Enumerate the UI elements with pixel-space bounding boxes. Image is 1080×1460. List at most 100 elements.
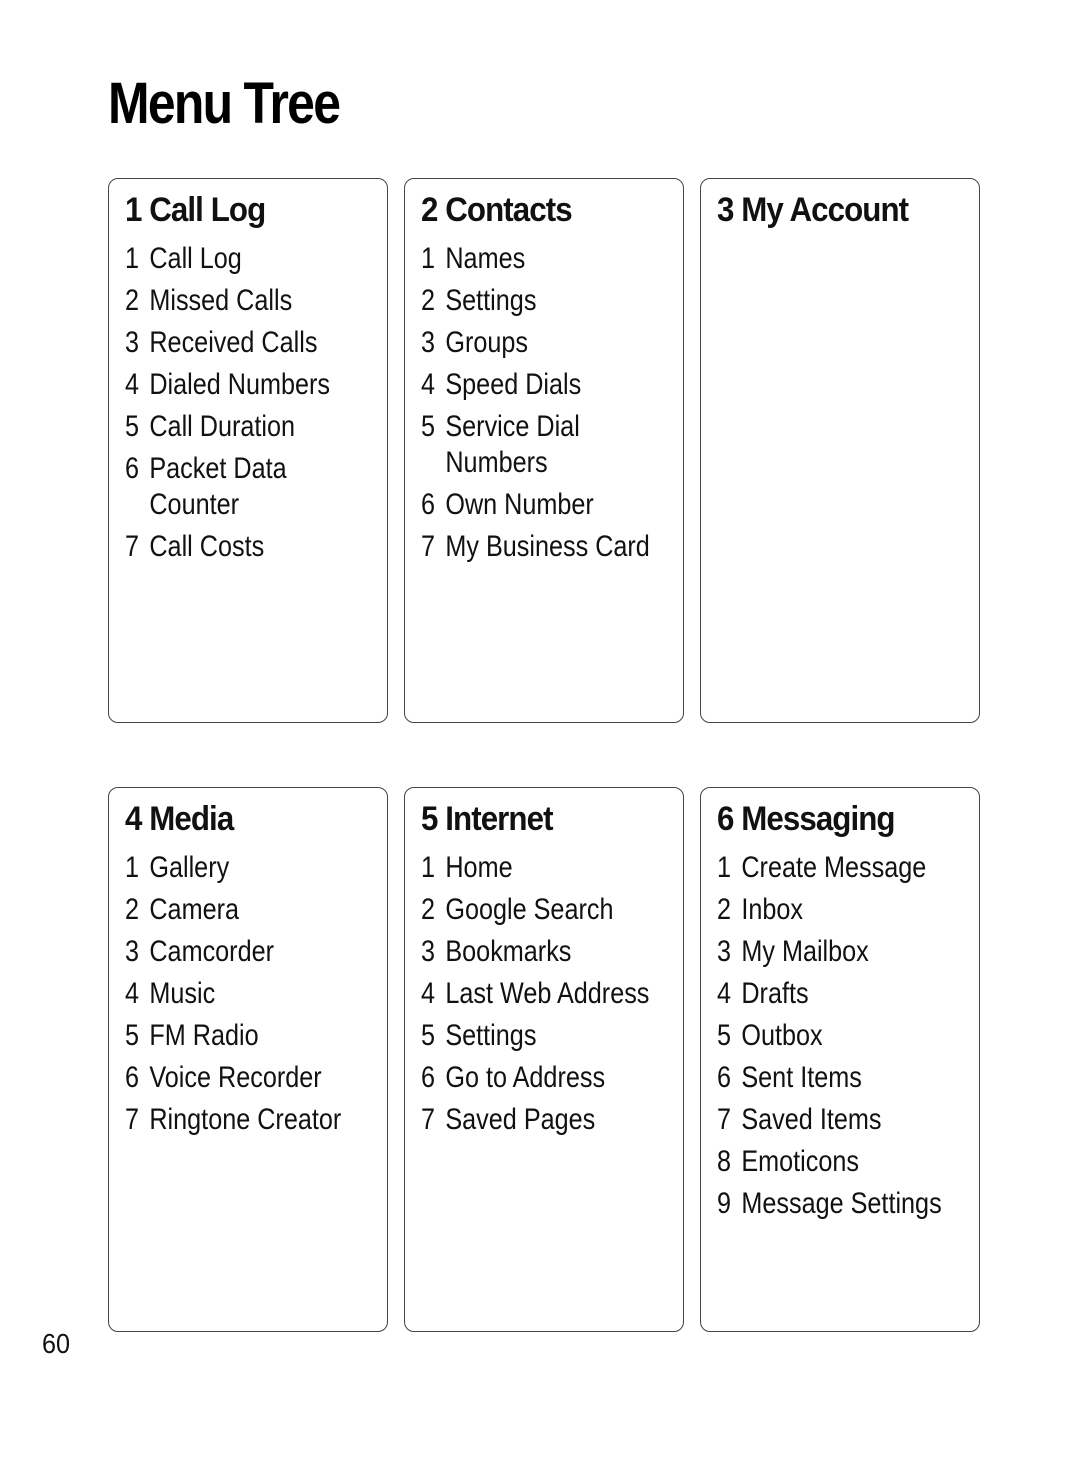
section-item-list: 1 Gallery 2 Camera 3 Camcorder 4 Music 5 FM Radio…: [125, 850, 373, 1138]
menu-item-label: FM Radio: [149, 1019, 259, 1052]
page-number: 60: [42, 1328, 71, 1359]
menu-item-label: Names: [445, 242, 526, 275]
menu-item-number: 3: [125, 935, 140, 968]
menu-item: 7 Ringtone Creator: [125, 1102, 375, 1138]
menu-item-label: Groups: [445, 326, 529, 359]
section-title: 6 Messaging: [717, 800, 896, 838]
menu-item: 6 Sent Items: [717, 1060, 967, 1096]
menu-item-label: Packet Data Counter: [149, 452, 287, 521]
page-title: Menu Tree: [108, 71, 341, 136]
menu-item-number: 1: [421, 851, 436, 884]
menu-item: 1 Call Log: [125, 241, 375, 277]
menu-item-number: 1: [717, 851, 732, 884]
menu-item: 1 Home: [421, 850, 671, 886]
menu-item-number: 6: [421, 488, 436, 521]
menu-section-messaging: 6 Messaging 1 Create Message 2 Inbox 3 My Mai…: [700, 787, 980, 1332]
menu-item-label: Settings: [445, 1019, 537, 1052]
menu-item-label: Drafts: [741, 977, 809, 1010]
menu-item-label: Call Log: [149, 242, 242, 275]
section-item-list: 1 Call Log 2 Missed Calls 3 Received Calls 4 Di…: [125, 241, 373, 565]
menu-item-label: Settings: [445, 284, 537, 317]
menu-section-media: 4 Media 1 Gallery 2 Camera 3 Camcorder 4 Music 5…: [108, 787, 388, 1332]
menu-item: 1 Create Message: [717, 850, 967, 886]
menu-item-label: Last Web Address: [445, 977, 650, 1010]
menu-item-number: 3: [421, 935, 436, 968]
menu-item-number: 2: [717, 893, 732, 926]
menu-item: 5 Call Duration: [125, 409, 375, 445]
menu-item-number: 1: [421, 242, 436, 275]
menu-item: 2 Google Search: [421, 892, 671, 928]
menu-item: 2 Settings: [421, 283, 671, 319]
menu-item: 9 Message Settings: [717, 1186, 967, 1222]
menu-item-label: Voice Recorder: [149, 1061, 322, 1094]
menu-item: 1 Names: [421, 241, 671, 277]
menu-item-number: 4: [125, 977, 140, 1010]
menu-item-number: 5: [421, 410, 436, 443]
section-title: 2 Contacts: [421, 191, 573, 229]
menu-section-contacts: 2 Contacts 1 Names 2 Settings 3 Groups 4 Speed …: [404, 178, 684, 723]
menu-section-internet: 5 Internet 1 Home 2 Google Search 3 Bookmarks…: [404, 787, 684, 1332]
menu-item: 6 Go to Address: [421, 1060, 671, 1096]
menu-item: 3 Received Calls: [125, 325, 375, 361]
menu-item: 6 Packet Data Counter: [125, 451, 375, 523]
section-title: 3 My Account: [717, 191, 909, 229]
menu-item-label: Saved Items: [741, 1103, 882, 1136]
menu-item-label: My Business Card: [445, 530, 650, 563]
menu-item: 3 Bookmarks: [421, 934, 671, 970]
menu-item-number: 7: [421, 530, 436, 563]
menu-item: 5 Outbox: [717, 1018, 967, 1054]
menu-item-number: 4: [125, 368, 140, 401]
menu-item-number: 5: [717, 1019, 732, 1052]
menu-item-number: 6: [421, 1061, 436, 1094]
menu-item-number: 9: [717, 1187, 732, 1220]
menu-item-number: 4: [421, 368, 436, 401]
menu-item-label: Emoticons: [741, 1145, 860, 1178]
menu-item: 3 Groups: [421, 325, 671, 361]
menu-item-label: Call Costs: [149, 530, 265, 563]
menu-item: 6 Own Number: [421, 487, 671, 523]
menu-item-label: Speed Dials: [445, 368, 582, 401]
section-title: 1 Call Log: [125, 191, 266, 229]
menu-item-label: Sent Items: [741, 1061, 862, 1094]
menu-item-label: Music: [149, 977, 216, 1010]
menu-item-number: 8: [717, 1145, 732, 1178]
menu-item: 6 Voice Recorder: [125, 1060, 375, 1096]
menu-item: 8 Emoticons: [717, 1144, 967, 1180]
menu-item-number: 7: [717, 1103, 732, 1136]
menu-item: 7 My Business Card: [421, 529, 671, 565]
menu-item-number: 3: [717, 935, 732, 968]
menu-item: 5 Settings: [421, 1018, 671, 1054]
menu-section-call-log: 1 Call Log 1 Call Log 2 Missed Calls 3 Receiv…: [108, 178, 388, 723]
menu-item-number: 5: [125, 410, 140, 443]
menu-item-number: 6: [125, 1061, 140, 1094]
menu-item: 5 Service Dial Numbers: [421, 409, 671, 481]
menu-item-label: Service Dial Numbers: [445, 410, 580, 479]
menu-item: 4 Speed Dials: [421, 367, 671, 403]
menu-item-label: Ringtone Creator: [149, 1103, 342, 1136]
menu-item-number: 5: [125, 1019, 140, 1052]
menu-item-number: 7: [125, 530, 140, 563]
menu-item-number: 3: [421, 326, 436, 359]
menu-item-label: Call Duration: [149, 410, 296, 443]
menu-item-label: Go to Address: [445, 1061, 606, 1094]
section-item-list: 1 Home 2 Google Search 3 Bookmarks 4 Last Web A…: [421, 850, 669, 1138]
menu-item: 3 My Mailbox: [717, 934, 967, 970]
menu-item-label: Google Search: [445, 893, 614, 926]
menu-item-number: 5: [421, 1019, 436, 1052]
menu-section-my-account: 3 My Account: [700, 178, 980, 723]
menu-item: 2 Camera: [125, 892, 375, 928]
menu-item-label: Missed Calls: [149, 284, 293, 317]
menu-item-label: My Mailbox: [741, 935, 869, 968]
section-title: 5 Internet: [421, 800, 554, 838]
menu-item-number: 2: [421, 284, 436, 317]
menu-item: 3 Camcorder: [125, 934, 375, 970]
menu-item-label: Create Message: [741, 851, 927, 884]
menu-item: 7 Saved Items: [717, 1102, 967, 1138]
menu-item-number: 6: [717, 1061, 732, 1094]
menu-item-number: 4: [421, 977, 436, 1010]
menu-item-number: 6: [125, 452, 140, 485]
menu-item-label: Bookmarks: [445, 935, 572, 968]
menu-item-number: 1: [125, 242, 140, 275]
menu-tree-grid: 1 Call Log 1 Call Log 2 Missed Calls 3 Receiv…: [108, 178, 980, 1332]
menu-item: 2 Inbox: [717, 892, 967, 928]
